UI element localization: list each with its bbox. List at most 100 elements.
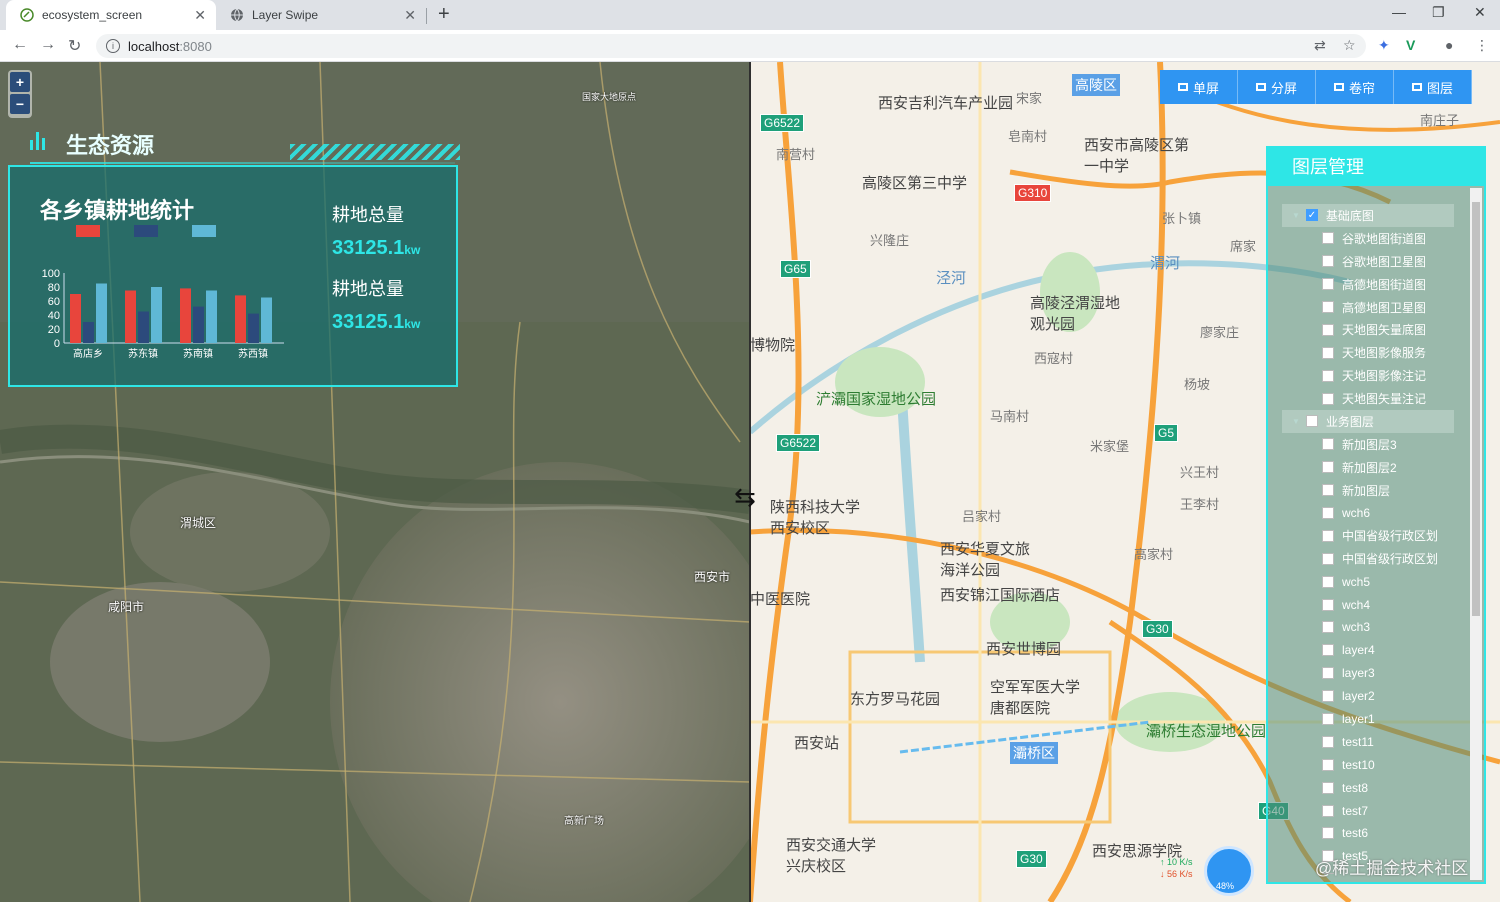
- translate-icon[interactable]: ⇄: [1314, 37, 1326, 54]
- layer-row[interactable]: test7: [1282, 799, 1454, 822]
- profile-icon[interactable]: ●: [1445, 37, 1453, 53]
- layer-checkbox[interactable]: [1322, 575, 1334, 588]
- layer-checkbox[interactable]: [1322, 507, 1334, 520]
- layer-checkbox[interactable]: [1322, 369, 1334, 382]
- layer-row[interactable]: 中国省级行政区划: [1282, 524, 1454, 547]
- layer-row[interactable]: wch3: [1282, 616, 1454, 639]
- layer-checkbox[interactable]: [1322, 392, 1334, 405]
- swipe-arrows-icon[interactable]: ⇆: [734, 482, 756, 513]
- map-label: 渭河: [1150, 255, 1181, 272]
- layer-row[interactable]: wch4: [1282, 593, 1454, 616]
- layer-checkbox[interactable]: [1322, 735, 1334, 748]
- layer-row[interactable]: 天地图影像注记: [1282, 364, 1454, 387]
- layer-checkbox[interactable]: [1322, 713, 1334, 726]
- split-screen-button[interactable]: 分屏: [1238, 70, 1316, 104]
- map-label: 南庄子: [1420, 113, 1460, 128]
- layer-row[interactable]: layer2: [1282, 685, 1454, 708]
- layer-checkbox[interactable]: [1322, 827, 1334, 840]
- scrollbar-thumb[interactable]: [1472, 202, 1480, 616]
- layer-row[interactable]: 高德地图卫星图: [1282, 296, 1454, 319]
- close-tab-icon[interactable]: ✕: [194, 7, 206, 24]
- layer-row[interactable]: test11: [1282, 730, 1454, 753]
- layer-checkbox[interactable]: [1322, 644, 1334, 657]
- tab-ecosystem-screen[interactable]: ecosystem_screen ✕: [6, 0, 216, 30]
- layer-row[interactable]: 谷歌地图街道图: [1282, 227, 1454, 250]
- layer-checkbox[interactable]: [1322, 301, 1334, 313]
- caret-down-icon[interactable]: ▼: [1292, 211, 1300, 220]
- layer-row[interactable]: wch5: [1282, 570, 1454, 593]
- layer-label: wch5: [1342, 574, 1371, 589]
- layer-checkbox[interactable]: [1322, 781, 1334, 794]
- road-shield: G310: [1014, 184, 1052, 202]
- layer-checkbox[interactable]: [1322, 255, 1334, 268]
- zoom-out-button[interactable]: −: [10, 94, 30, 114]
- layer-checkbox[interactable]: [1322, 690, 1334, 703]
- stat-unit: kw: [404, 317, 421, 331]
- layer-checkbox[interactable]: [1322, 552, 1334, 565]
- layer-checkbox[interactable]: ✓: [1305, 209, 1318, 222]
- address-bar[interactable]: i localhost:8080: [96, 34, 1366, 58]
- layer-row[interactable]: 谷歌地图卫星图: [1282, 250, 1454, 273]
- layers-button[interactable]: 图层: [1394, 70, 1472, 104]
- vue-devtools-icon[interactable]: V: [1406, 37, 1415, 53]
- layer-row[interactable]: layer1: [1282, 708, 1454, 731]
- layer-scrollbar[interactable]: [1470, 188, 1482, 880]
- extension-icon[interactable]: ✦: [1378, 37, 1390, 54]
- tab-layer-swipe[interactable]: Layer Swipe ✕: [216, 0, 426, 30]
- maximize-button[interactable]: ❐: [1432, 4, 1445, 21]
- decorative-stripe: [290, 144, 460, 160]
- layer-row[interactable]: test6: [1282, 822, 1454, 845]
- layer-checkbox[interactable]: [1322, 598, 1334, 611]
- layer-row[interactable]: layer3: [1282, 662, 1454, 685]
- legend-swatch: [76, 225, 100, 237]
- layer-row[interactable]: 新加图层: [1282, 479, 1454, 502]
- minimize-button[interactable]: —: [1392, 4, 1406, 20]
- layer-checkbox[interactable]: [1322, 323, 1334, 336]
- layer-checkbox[interactable]: [1322, 438, 1334, 451]
- swipe-button[interactable]: 卷帘: [1316, 70, 1394, 104]
- layer-label: 天地图矢量注记: [1342, 392, 1427, 407]
- info-icon[interactable]: i: [106, 39, 120, 53]
- layer-row[interactable]: test8: [1282, 776, 1454, 799]
- close-window-button[interactable]: ✕: [1474, 4, 1486, 21]
- single-screen-button[interactable]: 单屏: [1160, 70, 1238, 104]
- layer-label: 谷歌地图街道图: [1342, 231, 1427, 246]
- layer-row[interactable]: layer4: [1282, 639, 1454, 662]
- back-icon[interactable]: ←: [12, 36, 28, 54]
- layer-row[interactable]: wch6: [1282, 502, 1454, 525]
- layer-row[interactable]: 中国省级行政区划: [1282, 547, 1454, 570]
- layer-label: test7: [1342, 803, 1369, 818]
- close-tab-icon[interactable]: ✕: [404, 7, 416, 24]
- layer-checkbox[interactable]: [1322, 484, 1334, 497]
- new-tab-button[interactable]: +: [438, 3, 450, 26]
- layer-checkbox[interactable]: [1322, 529, 1334, 542]
- layer-checkbox[interactable]: [1322, 232, 1334, 245]
- forward-icon[interactable]: →: [40, 36, 56, 54]
- menu-icon[interactable]: ⋮: [1475, 37, 1489, 54]
- layer-row[interactable]: 高德地图街道图: [1282, 273, 1454, 296]
- reload-icon[interactable]: ↻: [68, 36, 81, 56]
- map-container[interactable]: 渭城区 咸阳市 西安市 国家大地原点 高新广场 + − 西安吉利汽车产业园 高陵…: [0, 62, 1500, 902]
- layer-checkbox[interactable]: [1322, 804, 1334, 817]
- layer-checkbox[interactable]: [1322, 621, 1334, 634]
- layer-group-row[interactable]: ▼ ✓ 基础底图: [1282, 204, 1454, 227]
- layer-row[interactable]: 新加图层3: [1282, 433, 1454, 456]
- layer-checkbox[interactable]: [1322, 667, 1334, 680]
- layer-checkbox[interactable]: [1322, 278, 1334, 291]
- layer-checkbox[interactable]: [1322, 461, 1334, 474]
- zoom-in-button[interactable]: +: [10, 72, 30, 92]
- layer-checkbox[interactable]: [1322, 346, 1334, 359]
- layer-checkbox[interactable]: [1322, 758, 1334, 771]
- caret-down-icon[interactable]: ▼: [1292, 417, 1300, 426]
- layer-row[interactable]: 新加图层2: [1282, 456, 1454, 479]
- layer-group-row[interactable]: ▼ 业务图层: [1282, 410, 1454, 433]
- bookmark-star-icon[interactable]: ☆: [1343, 37, 1356, 54]
- road-shield: G65: [780, 260, 811, 278]
- layer-row[interactable]: 天地图矢量注记: [1282, 387, 1454, 410]
- floating-assistant-widget[interactable]: 48%: [1204, 846, 1254, 896]
- layer-checkbox[interactable]: [1305, 415, 1318, 428]
- layer-row[interactable]: 天地图影像服务: [1282, 341, 1454, 364]
- layer-row[interactable]: 天地图矢量底图: [1282, 318, 1454, 341]
- layer-row[interactable]: test10: [1282, 753, 1454, 776]
- map-label: 兴王村: [1180, 465, 1220, 480]
